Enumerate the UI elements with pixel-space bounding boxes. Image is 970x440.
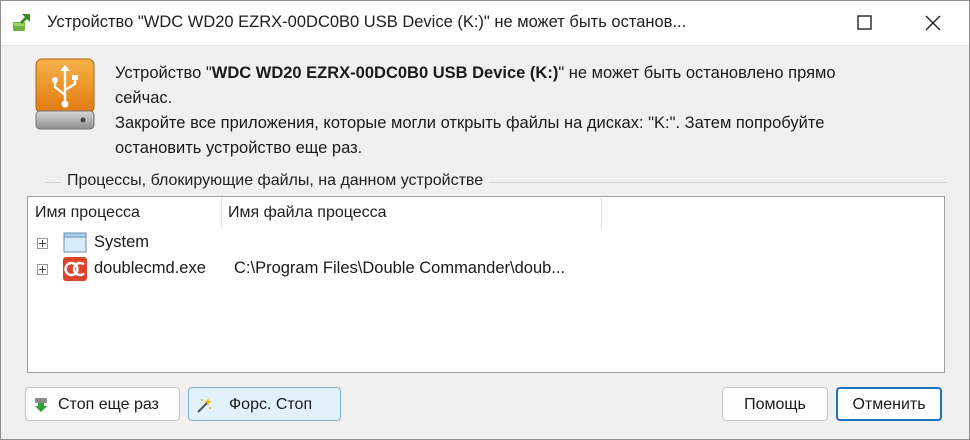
process-list[interactable]: Имя процесса Имя файла процесса System d… (27, 196, 945, 373)
error-message: Устройство "WDC WD20 EZRX-00DC0B0 USB De… (115, 61, 955, 161)
list-item[interactable]: doublecmd.exe C:\Program Files\Double Co… (28, 256, 944, 282)
expand-icon[interactable] (37, 238, 48, 249)
cancel-label: Отменить (852, 396, 926, 413)
force-stop-button[interactable]: Форс. Стоп (188, 387, 341, 421)
column-header-process-file[interactable]: Имя файла процесса (221, 197, 602, 229)
usb-drive-icon (35, 58, 95, 130)
title-bar[interactable]: Устройство "WDC WD20 EZRX-00DC0B0 USB De… (1, 1, 969, 46)
magic-wand-icon (197, 398, 212, 413)
message-line: Закройте все приложения, которые могли о… (115, 114, 825, 132)
column-header-process-name[interactable]: Имя процесса (28, 197, 222, 229)
close-icon (925, 15, 941, 31)
stop-again-button[interactable]: Стоп еще раз (25, 387, 180, 421)
processes-group-label: Процессы, блокирующие файлы, на данном у… (61, 172, 490, 190)
maximize-icon (857, 15, 872, 30)
cancel-button[interactable]: Отменить (836, 387, 942, 421)
help-button[interactable]: Помощь (722, 387, 828, 421)
double-commander-icon (63, 257, 87, 281)
window-icon (63, 232, 87, 253)
app-icon (13, 14, 30, 31)
expand-icon[interactable] (37, 264, 48, 275)
device-name: WDC WD20 EZRX-00DC0B0 USB Device (K:) (211, 64, 559, 82)
process-name: doublecmd.exe (94, 259, 206, 277)
help-label: Помощь (744, 396, 806, 413)
message-text: Устройство " (115, 64, 212, 82)
message-line: сейчас. (115, 89, 173, 107)
stop-again-label: Стоп еще раз (58, 396, 159, 413)
process-path: C:\Program Files\Double Commander\doub..… (234, 259, 566, 277)
message-text: " не может быть остановлено прямо (558, 64, 836, 82)
maximize-button[interactable] (833, 1, 897, 45)
list-header: Имя процесса Имя файла процесса (28, 197, 944, 229)
process-name: System (94, 233, 150, 251)
stop-arrow-icon (35, 398, 47, 412)
dialog-window: Устройство "WDC WD20 EZRX-00DC0B0 USB De… (0, 0, 970, 440)
close-button[interactable] (901, 1, 965, 45)
window-title: Устройство "WDC WD20 EZRX-00DC0B0 USB De… (47, 13, 687, 31)
force-stop-label: Форс. Стоп (229, 396, 313, 413)
message-line: остановить устройство еще раз. (115, 139, 363, 157)
list-item[interactable]: System (28, 230, 944, 256)
